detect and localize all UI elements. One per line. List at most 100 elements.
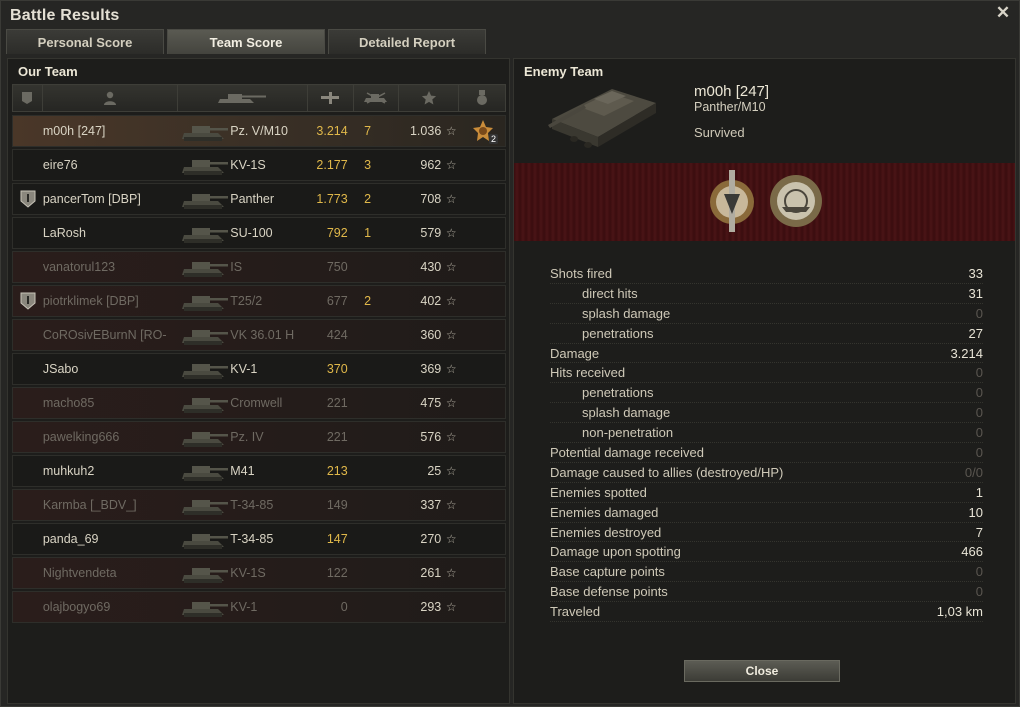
kills-value: 1 — [364, 226, 372, 240]
player-row[interactable]: m00h [247] Pz. V/M10 3.214 7 1.036 ☆ 2 — [12, 115, 506, 147]
xp-value: 25 — [427, 464, 442, 478]
vehicle-name: KV-1S — [230, 158, 266, 172]
xp-value: 576 — [420, 430, 442, 444]
xp-column-star-icon[interactable] — [399, 85, 460, 111]
xp-value: 270 — [420, 532, 442, 546]
player-row[interactable]: Nightvendeta KV-1S 122 261 ☆ — [12, 557, 506, 589]
stat-value: 0 — [975, 584, 983, 600]
player-row[interactable]: olajbogyo69 KV-1 0 293 ☆ — [12, 591, 506, 623]
player-row[interactable]: Karmba [_BDV_] T-34-85 149 337 ☆ — [12, 489, 506, 521]
achievement-cell: 2 — [461, 120, 505, 144]
survival-status: Survived — [694, 125, 745, 140]
damage-column-icon[interactable] — [308, 85, 354, 111]
stat-label: Base defense points — [550, 584, 668, 600]
stat-label: Traveled — [550, 604, 601, 620]
damage-value: 1.773 — [316, 192, 348, 206]
damage-value: 750 — [326, 260, 348, 274]
player-row[interactable]: LaRosh SU-100 792 1 579 ☆ — [12, 217, 506, 249]
damage-value: 213 — [326, 464, 348, 478]
tab-detailed-report[interactable]: Detailed Report — [328, 29, 486, 54]
player-row[interactable]: pawelking666 Pz. IV 221 576 ☆ — [12, 421, 506, 453]
xp-value: 579 — [420, 226, 442, 240]
medal-count: 2 — [489, 134, 499, 144]
stat-label: Shots fired — [550, 265, 613, 281]
stat-value: 0 — [975, 385, 983, 401]
stat-label: non-penetration — [582, 425, 674, 441]
damage-value: 0 — [340, 600, 348, 614]
stat-label: Potential damage received — [550, 444, 704, 460]
tank-icon — [178, 322, 230, 348]
platoon-column-icon[interactable] — [13, 85, 43, 111]
damage-value: 122 — [326, 566, 348, 580]
stat-label: splash damage — [582, 305, 671, 321]
player-row[interactable]: pancerTom [DBP] Panther 1.773 2 708 ☆ — [12, 183, 506, 215]
player-column-icon[interactable] — [43, 85, 179, 111]
player-row[interactable]: panda_69 T-34-85 147 270 ☆ — [12, 523, 506, 555]
player-row[interactable]: macho85 Cromwell 221 475 ☆ — [12, 387, 506, 419]
player-name: macho85 — [42, 396, 95, 410]
close-button[interactable]: Close — [684, 660, 840, 682]
xp-value: 402 — [420, 294, 442, 308]
kills-column-icon[interactable] — [354, 85, 400, 111]
stat-label: Enemies spotted — [550, 484, 647, 500]
sniper-medal-icon[interactable] — [766, 171, 826, 234]
kills-value: 7 — [364, 124, 372, 138]
player-name: Nightvendeta — [42, 566, 117, 580]
player-name: m00h [247] — [42, 124, 106, 138]
damage-value: 792 — [326, 226, 348, 240]
vehicle-name: KV-1 — [230, 600, 258, 614]
star-icon: ☆ — [445, 396, 457, 410]
player-row[interactable]: piotrklimek [DBP] T25/2 677 2 402 ☆ — [12, 285, 506, 317]
tank-icon — [178, 526, 230, 552]
player-row[interactable]: vanatorul123 IS 750 430 ☆ — [12, 251, 506, 283]
stat-value: 33 — [968, 265, 983, 281]
vehicle-name: IS — [230, 260, 243, 274]
tank-icon — [178, 424, 230, 450]
damage-value: 370 — [326, 362, 348, 376]
tank-expert-medal-icon[interactable] — [704, 168, 760, 237]
tab-personal-score[interactable]: Personal Score — [6, 29, 164, 54]
stat-value: 1,03 km — [936, 604, 983, 620]
close-icon[interactable]: ✕ — [995, 4, 1011, 21]
kills-value: 2 — [364, 192, 372, 206]
damage-value: 221 — [326, 430, 348, 444]
stat-row: splash damage 0 — [550, 304, 983, 324]
medal-icon[interactable]: 2 — [472, 120, 499, 144]
star-icon: ☆ — [445, 226, 457, 240]
vehicle-name: M41 — [230, 464, 255, 478]
stat-label: penetrations — [582, 325, 654, 341]
vehicle-column-icon[interactable] — [178, 85, 308, 111]
stat-label: Enemies destroyed — [550, 524, 662, 540]
star-icon: ☆ — [445, 294, 457, 308]
damage-value: 147 — [326, 532, 348, 546]
xp-value: 962 — [420, 158, 442, 172]
platoon-shield-icon — [20, 292, 36, 310]
stat-value: 0 — [975, 444, 983, 460]
xp-value: 369 — [420, 362, 442, 376]
tank-icon — [178, 118, 230, 144]
player-row[interactable]: JSabo KV-1 370 369 ☆ — [12, 353, 506, 385]
player-row[interactable]: eire76 KV-1S 2.177 3 962 ☆ — [12, 149, 506, 181]
star-icon: ☆ — [445, 158, 457, 172]
stats-table: Shots fired 33 direct hits 31 splash dam… — [550, 264, 983, 623]
stat-row: penetrations 0 — [550, 383, 983, 404]
player-name: Karmba [_BDV_] — [42, 498, 137, 512]
player-name: JSabo — [42, 362, 79, 376]
stat-row: Damage upon spotting 466 — [550, 542, 983, 563]
star-icon: ☆ — [445, 192, 457, 206]
kills-value: 3 — [364, 158, 372, 172]
star-icon: ☆ — [445, 566, 457, 580]
detail-panel: Enemy Team m00h [247] Panther/M10 Surviv… — [513, 58, 1016, 704]
stat-value: 31 — [968, 285, 983, 301]
stat-label: Damage caused to allies (destroyed/HP) — [550, 464, 784, 480]
vehicle-name: T-34-85 — [230, 498, 274, 512]
damage-value: 3.214 — [316, 124, 348, 138]
achievement-column-icon[interactable] — [459, 85, 505, 111]
platoon-badge — [13, 292, 43, 310]
stat-value: 1 — [975, 484, 983, 500]
tab-team-score[interactable]: Team Score — [167, 29, 325, 54]
player-row[interactable]: muhkuh2 M41 213 25 ☆ — [12, 455, 506, 487]
stat-value: 3.214 — [950, 345, 983, 361]
player-row[interactable]: CoROsivEBurnN [RO- VK 36.01 H 424 360 ☆ — [12, 319, 506, 351]
player-name: olajbogyo69 — [42, 600, 111, 614]
